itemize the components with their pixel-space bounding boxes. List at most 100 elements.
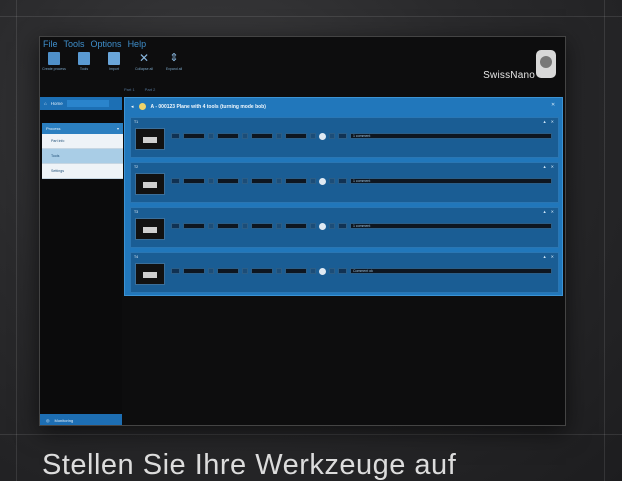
- process-panel: ◂ A - 000123 Plane with 4 tools (turning…: [124, 97, 563, 296]
- sidebar-group-title[interactable]: Process ▾: [42, 123, 123, 134]
- stepper-icon[interactable]: [310, 268, 316, 274]
- panel-title: A - 000123 Plane with 4 tools (turning m…: [150, 103, 266, 110]
- param-field[interactable]: [171, 178, 180, 184]
- menu-file[interactable]: File: [43, 39, 58, 49]
- tool-block: T1 ▲ ✕ 1 comment: [130, 117, 559, 158]
- param-field[interactable]: [285, 133, 307, 139]
- tool-image: [135, 218, 165, 240]
- tool-comment-field[interactable]: 1 comment: [350, 178, 552, 184]
- sidebar-item-label: Part info: [51, 139, 65, 143]
- sidebar-footer[interactable]: ◎ Monitoring: [40, 414, 122, 425]
- param-field[interactable]: [217, 133, 239, 139]
- param-field[interactable]: [285, 268, 307, 274]
- sidebar-group-label: Process: [46, 126, 61, 131]
- menu-options[interactable]: Options: [91, 39, 122, 49]
- direction-knob[interactable]: [319, 222, 326, 230]
- tools-button[interactable]: Tools: [73, 52, 95, 71]
- move-up-icon[interactable]: ▲: [543, 119, 547, 124]
- param-field[interactable]: [183, 133, 205, 139]
- param-field[interactable]: [338, 133, 347, 139]
- param-field[interactable]: [217, 223, 239, 229]
- param-field[interactable]: [171, 223, 180, 229]
- tool-parameter-row: 1 comment: [171, 132, 552, 140]
- close-icon[interactable]: ✕: [551, 119, 554, 124]
- param-field[interactable]: [183, 223, 205, 229]
- close-icon[interactable]: ✕: [551, 164, 554, 169]
- expand-all-button[interactable]: ⇕ Expand all: [163, 52, 185, 71]
- direction-knob[interactable]: [319, 267, 326, 275]
- sidebar: ⌂ Home Process ▾ Part info Tools Setting…: [40, 97, 123, 425]
- tab-part-1[interactable]: Part 1: [124, 87, 135, 92]
- param-field[interactable]: [251, 268, 273, 274]
- param-field[interactable]: [338, 268, 347, 274]
- param-field[interactable]: [183, 268, 205, 274]
- param-field[interactable]: [171, 133, 180, 139]
- stepper-icon[interactable]: [329, 178, 335, 184]
- move-up-icon[interactable]: ▲: [543, 209, 547, 214]
- tool-label: T3: [134, 210, 139, 214]
- stepper-icon[interactable]: [242, 223, 248, 229]
- param-field[interactable]: [171, 268, 180, 274]
- stepper-icon[interactable]: [276, 268, 282, 274]
- param-field[interactable]: [183, 178, 205, 184]
- tool-comment-field[interactable]: 1 comment: [350, 133, 552, 139]
- tabs-row: Part 1 Part 2: [124, 87, 155, 92]
- stepper-icon[interactable]: [242, 178, 248, 184]
- close-icon[interactable]: ✕: [551, 209, 554, 214]
- tab-part-2[interactable]: Part 2: [145, 87, 156, 92]
- sidebar-item-tools[interactable]: Tools: [42, 149, 123, 164]
- param-field[interactable]: [251, 223, 273, 229]
- tool-image: [135, 128, 165, 150]
- panel-header: ◂ A - 000123 Plane with 4 tools (turning…: [125, 98, 562, 115]
- chevron-down-icon: ▾: [116, 126, 119, 131]
- stepper-icon[interactable]: [276, 223, 282, 229]
- close-icon[interactable]: ✕: [551, 254, 554, 259]
- create-process-button[interactable]: Create process: [42, 52, 66, 71]
- direction-knob[interactable]: [319, 132, 326, 140]
- tool-controls: ▲ ✕: [543, 119, 554, 124]
- param-field[interactable]: [217, 178, 239, 184]
- stepper-icon[interactable]: [310, 133, 316, 139]
- move-up-icon[interactable]: ▲: [543, 164, 547, 169]
- tool-comment-field[interactable]: 1 comment: [350, 223, 552, 229]
- stepper-icon[interactable]: [208, 133, 214, 139]
- param-field[interactable]: [285, 223, 307, 229]
- import-button[interactable]: Import: [103, 52, 125, 71]
- tool-block: T4 ▲ ✕ Comment ok: [130, 252, 559, 293]
- close-icon[interactable]: ✕: [551, 102, 557, 108]
- tool-comment-field[interactable]: Comment ok: [350, 268, 552, 274]
- menu-help[interactable]: Help: [128, 39, 147, 49]
- collapse-arrow-icon[interactable]: ◂: [131, 104, 134, 110]
- collapse-all-button[interactable]: ✕ Collapse all: [133, 52, 155, 71]
- tool-image: [135, 263, 165, 285]
- monitor-icon: ◎: [46, 418, 50, 423]
- stepper-icon[interactable]: [329, 133, 335, 139]
- stepper-icon[interactable]: [310, 223, 316, 229]
- stepper-icon[interactable]: [208, 268, 214, 274]
- param-field[interactable]: [338, 178, 347, 184]
- stepper-icon[interactable]: [276, 133, 282, 139]
- param-field[interactable]: [338, 223, 347, 229]
- toolbar-label: Tools: [79, 67, 89, 71]
- stepper-icon[interactable]: [310, 178, 316, 184]
- param-field[interactable]: [217, 268, 239, 274]
- move-up-icon[interactable]: ▲: [543, 254, 547, 259]
- stepper-icon[interactable]: [276, 178, 282, 184]
- stepper-icon[interactable]: [242, 268, 248, 274]
- sidebar-item-settings[interactable]: Settings: [42, 164, 123, 179]
- stepper-icon[interactable]: [208, 178, 214, 184]
- sidebar-search-field[interactable]: [66, 100, 109, 107]
- menu-tools[interactable]: Tools: [64, 39, 85, 49]
- stepper-icon[interactable]: [208, 223, 214, 229]
- stepper-icon[interactable]: [329, 268, 335, 274]
- sidebar-header[interactable]: ⌂ Home: [40, 97, 122, 110]
- param-field[interactable]: [285, 178, 307, 184]
- import-icon: [108, 52, 120, 65]
- direction-knob[interactable]: [319, 177, 326, 185]
- param-field[interactable]: [251, 133, 273, 139]
- param-field[interactable]: [251, 178, 273, 184]
- stepper-icon[interactable]: [329, 223, 335, 229]
- stepper-icon[interactable]: [242, 133, 248, 139]
- frame-border-bottom: [0, 434, 622, 435]
- sidebar-item-part-info[interactable]: Part info: [42, 134, 123, 149]
